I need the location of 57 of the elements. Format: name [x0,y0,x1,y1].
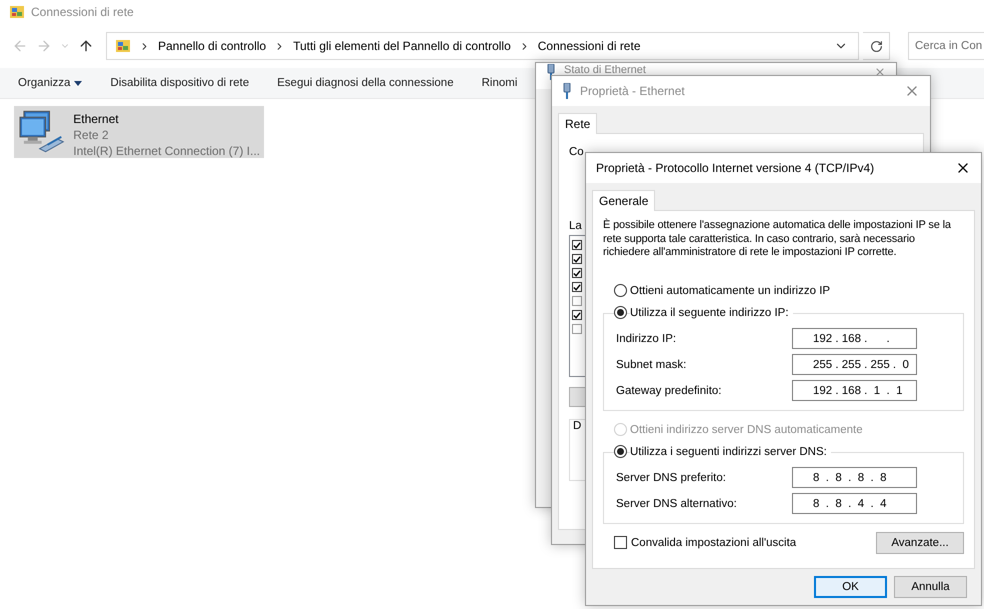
breadcrumb-item[interactable]: Tutti gli elementi del Pannello di controllo [293,39,511,53]
checkbox[interactable] [614,536,627,549]
search-field[interactable]: Cerca in Con [908,32,984,60]
command-button[interactable]: Organizza [18,77,82,89]
breadcrumb-item[interactable]: Pannello di controllo [158,39,266,53]
breadcrumb-item[interactable]: Connessioni di rete [538,39,640,53]
window-title: Connessioni di rete [31,5,134,19]
checkbox[interactable] [572,240,582,250]
ip-address-field[interactable]: 8 . 8 . 8 . 8 [792,467,917,488]
refresh-icon [870,40,883,52]
radio-button[interactable] [614,306,627,319]
components-label: La [569,220,582,232]
radio-label: Utilizza i seguenti indirizzi server DNS: [630,446,831,458]
group-label: D [573,420,582,432]
checkbox[interactable] [572,310,582,320]
advanced-button[interactable]: Avanzate... [876,532,964,554]
field-label: Server DNS alternativo: [616,498,738,510]
dialog-title: Proprietà - Ethernet [580,84,685,98]
command-button[interactable]: Disabilita dispositivo di rete [110,77,250,89]
dialog-title: Proprietà - Protocollo Internet versione 4 (TCP/IPv4) [596,161,874,175]
radio-button[interactable] [614,284,627,297]
checkbox-label: Convalida impostazioni all'uscita [631,536,796,548]
ip-address-field[interactable]: 192 . 168 . 1 . 1 [792,380,917,401]
field-label: Gateway predefinito: [616,384,722,396]
adapter-name: Intel(R) Ethernet Connection (7) I... [73,143,260,159]
connect-label: Co [569,146,584,158]
dialog-button[interactable]: Annulla [894,576,967,598]
checkbox[interactable] [572,268,582,278]
connection-item[interactable]: Ethernet Rete 2 Intel(R) Ethernet Connection (7) I... [14,106,264,158]
network-name: Rete 2 [73,127,110,143]
command-button[interactable]: Esegui diagnosi della connessione [277,77,454,89]
radio-button[interactable] [614,445,627,458]
ip-address-field[interactable]: 255 . 255 . 255 . 0 [792,354,917,375]
field-label: Subnet mask: [616,358,688,370]
tab[interactable]: Rete [558,113,598,134]
checkbox[interactable] [572,324,582,334]
checkbox[interactable] [572,296,582,306]
dialog-button[interactable]: OK [814,576,887,598]
field-label: Indirizzo IP: [616,332,678,344]
network-cable-icon [562,83,572,99]
command-button[interactable]: Rinomi [482,77,518,89]
ip-address-field[interactable]: 192 . 168 . . [792,328,917,349]
checkbox[interactable] [572,254,582,264]
address-bar[interactable]: Pannello di controllo Tutti gli elementi del Pannello di controllo Connessioni di rete [106,32,860,60]
dialog-title: Stato di Ethernet [564,64,646,76]
network-computers-icon [18,109,66,153]
checkbox[interactable] [572,282,582,292]
refresh-button[interactable] [863,32,890,60]
tab[interactable]: Generale [592,190,656,211]
network-cable-icon [546,64,556,80]
radio-label: Utilizza il seguente indirizzo IP: [630,306,793,318]
description-text: È possibile ottenere l'assegnazione automatica delle impostazioni IP se la rete supporta tale caratteristica. In caso contrario, sarà necessario richiedere all'amministratore di rete le impostazioni IP corrette. [603,219,952,260]
control-panel-icon [9,4,25,20]
connection-name: Ethernet [73,111,120,127]
field-label: Server DNS preferito: [616,472,727,484]
control-panel-icon [115,38,131,54]
ip-address-field[interactable]: 8 . 8 . 4 . 4 [792,493,917,514]
